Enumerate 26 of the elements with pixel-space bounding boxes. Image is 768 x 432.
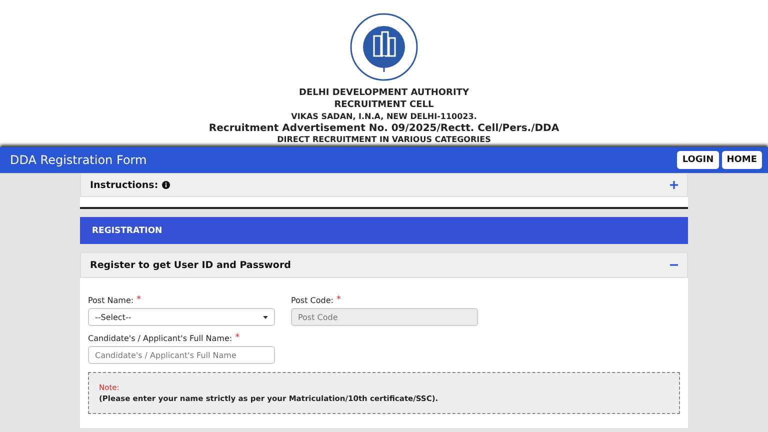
header-line: Recruitment Advertisement No. 09/2025/Rectt. Cell/Pers./DDA (208, 123, 560, 135)
input-field[interactable]: Candidate's / Applicant's Full Name (88, 346, 275, 364)
instructions-header[interactable]: Instructions: (80, 173, 688, 197)
header-line: VIKAS SADAN, I.N.A, NEW DELHI-110023. (291, 111, 477, 123)
panel-title: Register to get User ID and Password (90, 260, 291, 270)
emblem-logo (349, 12, 419, 82)
nav-button[interactable]: LOGIN (677, 151, 719, 169)
registration-title: REGISTRATION (92, 226, 162, 236)
field-label: Candidate's / Applicant's Full Name: (88, 334, 232, 343)
plus-icon[interactable] (670, 181, 678, 189)
minus-icon[interactable] (670, 261, 678, 269)
select-field[interactable]: --Select-- (88, 308, 275, 326)
field-label: Post Code: (291, 296, 334, 305)
header-line: DELHI DEVELOPMENT AUTHORITY (299, 87, 469, 99)
header-line: RECRUITMENT CELL (334, 99, 434, 111)
field-label: Post Name: (88, 296, 134, 305)
panel-title: Instructions: (90, 180, 158, 190)
caret-icon (263, 316, 268, 318)
info-icon (162, 181, 170, 189)
nav-button[interactable]: HOME (722, 151, 762, 169)
required-mark: * (136, 296, 142, 305)
required-mark: * (336, 296, 341, 305)
app-title: DDA Registration Form (10, 153, 147, 167)
required-mark: * (235, 334, 240, 343)
register-panel-header[interactable]: Register to get User ID and Password (80, 252, 688, 278)
header-line: DIRECT RECRUITMENT IN VARIOUS CATEGORIES (277, 135, 491, 145)
